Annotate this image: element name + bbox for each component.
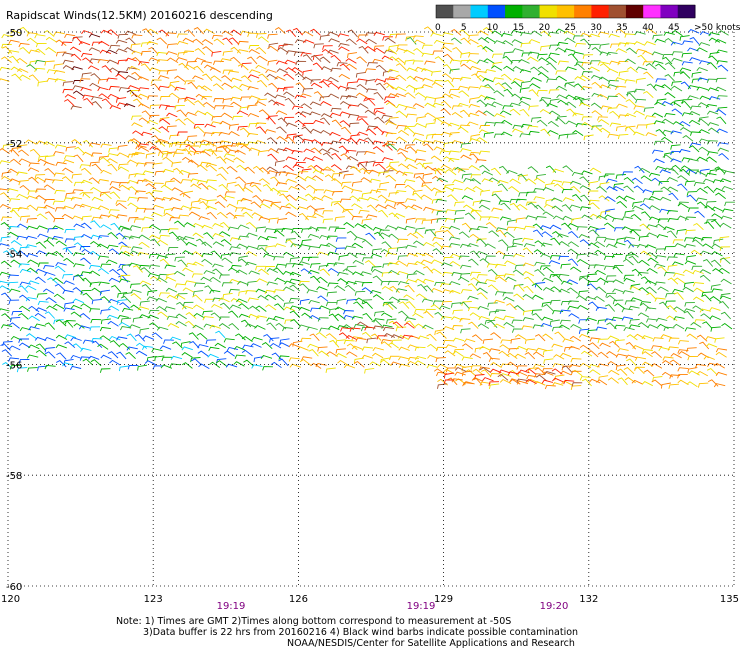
lat-label: -58 xyxy=(6,471,22,482)
legend-label: 0 xyxy=(435,23,441,33)
time-label: 19:19 xyxy=(217,601,246,612)
lat-label: -56 xyxy=(6,360,22,371)
lon-label: 126 xyxy=(289,594,308,605)
legend-swatch xyxy=(677,5,696,18)
lat-label: -54 xyxy=(6,250,22,261)
time-label: 19:19 xyxy=(407,601,436,612)
legend-swatch xyxy=(556,5,575,18)
legend-swatch xyxy=(487,5,506,18)
lat-label: -50 xyxy=(6,28,22,39)
legend-label: 10 xyxy=(487,23,499,33)
lon-label: 135 xyxy=(720,594,739,605)
legend-swatch xyxy=(643,5,661,18)
legend-swatch xyxy=(539,5,558,18)
legend-swatch xyxy=(470,5,489,18)
legend-label: 40 xyxy=(642,23,654,33)
legend-label: 15 xyxy=(513,23,524,33)
note-line-3: NOAA/NESDIS/Center for Satellite Applica… xyxy=(287,638,575,649)
note-line-1: Note: 1) Times are GMT 2)Times along bot… xyxy=(116,616,511,627)
legend-swatch xyxy=(522,5,541,18)
map-title: Rapidscat Winds(12.5KM) 20160216 descend… xyxy=(6,9,273,22)
wind-map: Rapidscat Winds(12.5KM) 20160216 descend… xyxy=(0,0,740,650)
legend-swatch xyxy=(625,5,644,18)
lat-label: -60 xyxy=(6,582,22,593)
legend-swatch xyxy=(453,5,472,18)
legend-label: 20 xyxy=(539,23,551,33)
legend-swatch xyxy=(436,5,454,18)
legend-label: 30 xyxy=(590,23,602,33)
legend-swatch xyxy=(574,5,592,18)
legend-label: 35 xyxy=(616,23,627,33)
lat-label: -52 xyxy=(6,139,22,150)
legend-swatch xyxy=(505,5,523,18)
legend-swatch xyxy=(608,5,627,18)
time-label: 19:20 xyxy=(540,601,569,612)
lon-label: 123 xyxy=(144,594,163,605)
legend-label: >50 knots xyxy=(694,23,740,33)
lon-label: 132 xyxy=(579,594,598,605)
legend-swatch xyxy=(660,5,679,18)
background xyxy=(0,0,740,650)
legend-swatch xyxy=(591,5,610,18)
legend-label: 25 xyxy=(565,23,576,33)
legend-label: 5 xyxy=(461,23,467,33)
lon-label: 120 xyxy=(1,594,20,605)
note-line-2: 3)Data buffer is 22 hrs from 20160216 4)… xyxy=(143,627,578,638)
legend-label: 45 xyxy=(668,23,679,33)
lon-label: 129 xyxy=(434,594,453,605)
